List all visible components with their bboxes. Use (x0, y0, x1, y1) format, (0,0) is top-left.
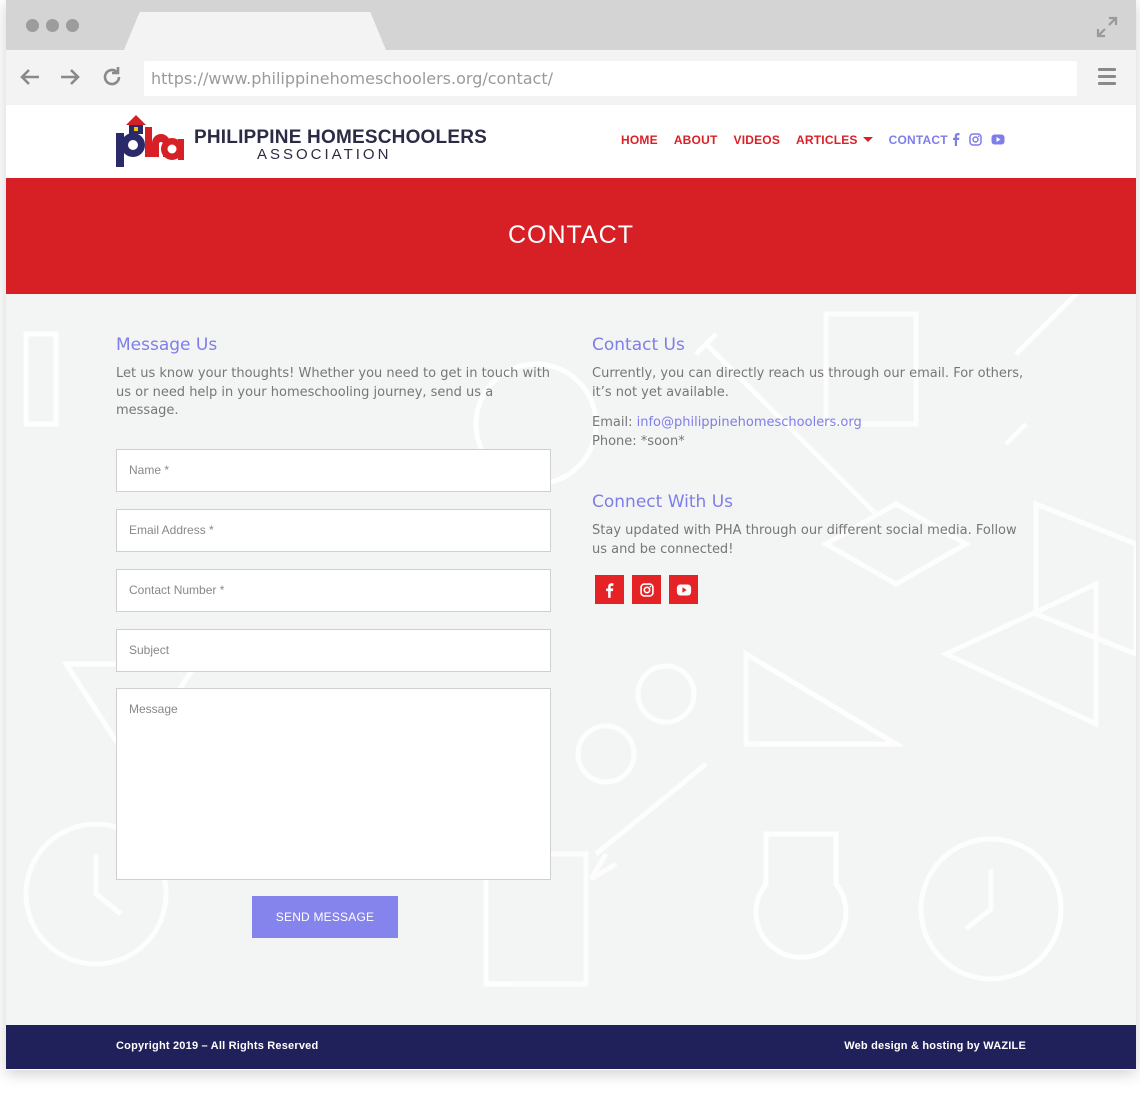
browser-toolbar: https://www.philippinehomeschoolers.org/… (6, 50, 1136, 105)
back-arrow-icon[interactable] (18, 65, 42, 89)
instagram-icon[interactable] (969, 132, 982, 146)
brand-subtitle[interactable]: ASSOCIATION (257, 146, 391, 163)
subject-placeholder: Subject (129, 643, 170, 657)
message-us-intro-line: us or need help in your homeschooling jo… (116, 384, 494, 400)
contact-details: Email: info@philippinehomeschoolers.org … (592, 414, 862, 451)
header-social-links (952, 132, 1005, 146)
menu-item-contact[interactable]: CONTACT (889, 133, 948, 147)
message-us-intro-line: message. (116, 403, 179, 418)
facebook-icon (606, 582, 614, 598)
window-dot[interactable] (46, 19, 59, 32)
menu-item-articles[interactable]: ARTICLES (796, 133, 873, 147)
page-title: CONTACT (508, 221, 634, 249)
caret-down-icon (862, 137, 873, 142)
email-placeholder: Email Address * (129, 523, 214, 537)
menu-item-home[interactable]: HOME (621, 133, 658, 147)
site-footer: Copyright 2019 – All Rights Reserved Web… (6, 1025, 1136, 1069)
contact-us-intro-line: it’s not yet available. (592, 384, 729, 400)
expand-icon[interactable] (1096, 16, 1118, 38)
send-message-button[interactable]: SEND MESSAGE (252, 896, 398, 938)
email-line: Email: info@philippinehomeschoolers.org (592, 414, 862, 433)
subject-field[interactable]: Subject (116, 629, 551, 672)
credit-text[interactable]: Web design & hosting by WAZILE (844, 1040, 1026, 1052)
pha-logo[interactable] (114, 113, 186, 169)
contact-number-field[interactable]: Contact Number * (116, 569, 551, 612)
menu-item-articles-label: ARTICLES (796, 133, 858, 147)
youtube-icon[interactable] (991, 134, 1005, 145)
window-dot[interactable] (26, 19, 39, 32)
connect-intro-line: us and be connected! (592, 541, 734, 557)
connect-intro: Stay updated with PHA through our differ… (592, 522, 1017, 559)
message-us-heading: Message Us (116, 335, 218, 355)
phone-value: *soon* (640, 433, 685, 449)
contact-content: Message Us Let us know your thoughts! Wh… (6, 294, 1136, 1025)
facebook-button[interactable] (595, 575, 624, 604)
reload-icon[interactable] (100, 65, 124, 89)
name-field[interactable]: Name * (116, 449, 551, 492)
browser-tab[interactable] (124, 12, 386, 50)
window-dot[interactable] (66, 19, 79, 32)
facebook-icon[interactable] (952, 132, 960, 146)
page-banner: CONTACT (6, 178, 1136, 294)
name-placeholder: Name * (129, 463, 170, 477)
address-bar[interactable]: https://www.philippinehomeschoolers.org/… (144, 61, 1077, 96)
youtube-icon (676, 584, 691, 595)
contact-number-placeholder: Contact Number * (129, 583, 225, 597)
message-us-intro: Let us know your thoughts! Whether you n… (116, 365, 550, 421)
menu-item-about[interactable]: ABOUT (674, 133, 718, 147)
main-menu: HOME ABOUT VIDEOS ARTICLES CONTACT (621, 133, 948, 147)
browser-titlebar (6, 0, 1136, 50)
phone-label: Phone: (592, 433, 637, 449)
email-link[interactable]: info@philippinehomeschoolers.org (637, 415, 862, 430)
email-label: Email: (592, 415, 633, 430)
contact-us-intro-line: Currently, you can directly reach us thr… (592, 366, 1024, 381)
connect-heading: Connect With Us (592, 492, 733, 512)
browser-menu-icon[interactable] (1098, 68, 1116, 89)
contact-us-intro: Currently, you can directly reach us thr… (592, 365, 1023, 402)
instagram-icon (639, 582, 654, 597)
youtube-button[interactable] (669, 575, 698, 604)
connect-intro-line: Stay updated with PHA through our differ… (592, 523, 1017, 538)
browser-window: https://www.philippinehomeschoolers.org/… (6, 0, 1136, 1070)
menu-item-videos[interactable]: VIDEOS (733, 133, 780, 147)
contact-us-heading: Contact Us (592, 335, 685, 355)
phone-line: Phone: *soon* (592, 433, 862, 452)
forward-arrow-icon[interactable] (58, 65, 82, 89)
site-header: PHILIPPINE HOMESCHOOLERS ASSOCIATION HOM… (6, 105, 1136, 178)
message-placeholder: Message (129, 702, 178, 716)
email-field[interactable]: Email Address * (116, 509, 551, 552)
copyright-text: Copyright 2019 – All Rights Reserved (116, 1040, 319, 1052)
message-us-intro-line: Let us know your thoughts! Whether you n… (116, 366, 551, 381)
instagram-button[interactable] (632, 575, 661, 604)
message-textarea[interactable]: Message (116, 688, 551, 880)
